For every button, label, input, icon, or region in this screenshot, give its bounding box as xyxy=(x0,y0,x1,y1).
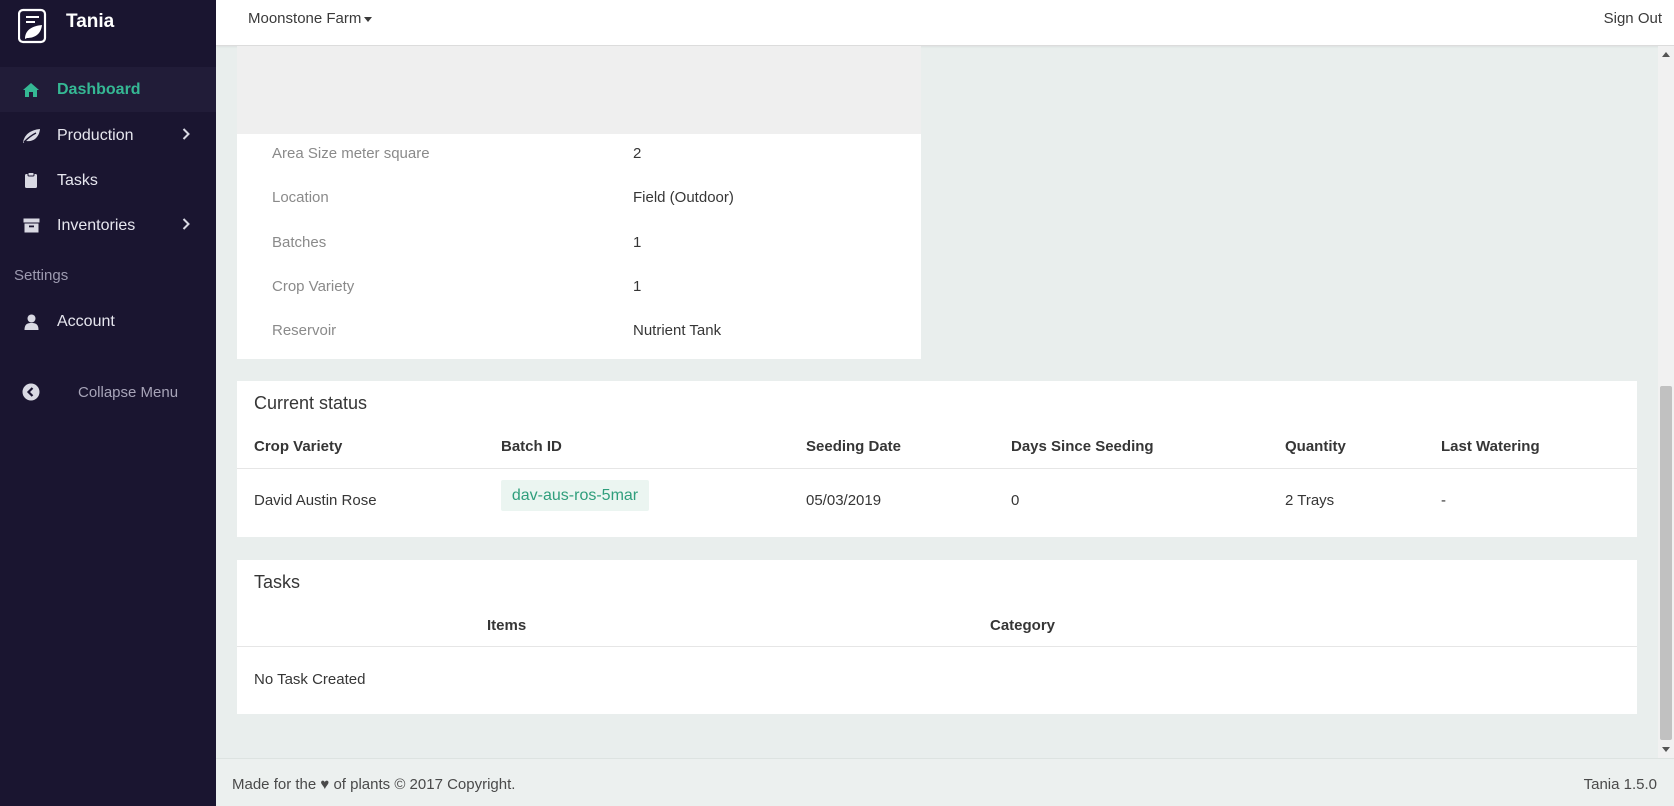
area-photo-placeholder xyxy=(237,46,921,134)
farm-selector-label: Moonstone Farm xyxy=(248,10,362,27)
sidebar-item-production[interactable]: Production xyxy=(0,113,216,158)
caret-down-icon xyxy=(364,17,373,22)
table-divider xyxy=(237,468,1637,469)
info-row-area-size: Area Size meter square 2 xyxy=(237,135,921,179)
table-divider xyxy=(237,646,1637,647)
sidebar-item-label: Inventories xyxy=(57,216,136,234)
scrollbar-thumb[interactable] xyxy=(1660,386,1672,740)
main-content: Area Size meter square 2 Location Field … xyxy=(216,46,1658,758)
tasks-card: Tasks Items Category No Task Created xyxy=(237,560,1637,714)
sidebar-item-label: Production xyxy=(57,126,134,144)
info-value: 1 xyxy=(633,234,642,251)
brand[interactable]: Tania xyxy=(0,0,216,62)
tasks-title: Tasks xyxy=(254,572,301,592)
sidebar: Tania Dashboard Production Tasks Invento… xyxy=(0,0,216,806)
info-label: Location xyxy=(272,189,329,206)
column-header: Items xyxy=(487,617,527,634)
info-value: 2 xyxy=(633,145,642,162)
footer-copyright: Made for the ♥ of plants © 2017 Copyrigh… xyxy=(232,776,516,793)
leaf-icon xyxy=(20,125,42,147)
cell-last-watering: - xyxy=(1441,492,1446,509)
sidebar-item-label: Dashboard xyxy=(57,80,141,98)
info-row-crop-variety: Crop Variety 1 xyxy=(237,268,921,312)
info-row-reservoir: Reservoir Nutrient Tank xyxy=(237,312,921,356)
info-value: Nutrient Tank xyxy=(633,322,722,339)
chevron-right-icon xyxy=(182,218,190,230)
cell-crop-variety: David Austin Rose xyxy=(254,492,377,509)
column-header: Batch ID xyxy=(501,438,562,455)
vertical-scrollbar[interactable] xyxy=(1658,46,1674,758)
brand-name: Tania xyxy=(66,11,115,32)
cell-days-since-seeding: 0 xyxy=(1011,492,1020,509)
info-label: Batches xyxy=(272,234,327,251)
column-header: Category xyxy=(990,617,1056,634)
top-navbar: Moonstone Farm Sign Out xyxy=(216,0,1674,46)
column-header: Last Watering xyxy=(1441,438,1540,455)
sidebar-item-dashboard[interactable]: Dashboard xyxy=(0,67,216,112)
current-status-title: Current status xyxy=(254,393,368,413)
chevron-left-circle-icon xyxy=(22,383,40,401)
user-icon xyxy=(20,311,42,333)
info-value: 1 xyxy=(633,278,642,295)
archive-icon xyxy=(20,215,42,237)
tania-logo-icon xyxy=(18,8,47,44)
column-header: Days Since Seeding xyxy=(1011,438,1154,455)
info-value: Field (Outdoor) xyxy=(633,189,734,206)
home-icon xyxy=(20,79,42,101)
column-header: Crop Variety xyxy=(254,438,343,455)
column-header: Quantity xyxy=(1285,438,1346,455)
scroll-up-arrow-icon[interactable] xyxy=(1662,52,1670,57)
info-label: Reservoir xyxy=(272,322,337,339)
sidebar-item-label: Account xyxy=(57,312,115,330)
sign-out-link[interactable]: Sign Out xyxy=(1604,10,1662,27)
scroll-down-arrow-icon[interactable] xyxy=(1662,747,1670,752)
area-info-card: Area Size meter square 2 Location Field … xyxy=(237,46,921,359)
settings-section-label: Settings xyxy=(14,267,69,284)
footer: Made for the ♥ of plants © 2017 Copyrigh… xyxy=(216,758,1674,806)
batch-id-link[interactable]: dav-aus-ros-5mar xyxy=(501,480,649,511)
collapse-menu-label: Collapse Menu xyxy=(78,383,179,401)
info-label: Area Size meter square xyxy=(272,145,430,162)
clipboard-icon xyxy=(20,170,42,192)
no-task-message: No Task Created xyxy=(254,671,366,688)
info-row-batches: Batches 1 xyxy=(237,224,921,268)
sidebar-item-label: Tasks xyxy=(57,171,98,189)
collapse-menu-button[interactable]: Collapse Menu xyxy=(0,380,216,404)
sidebar-item-tasks[interactable]: Tasks xyxy=(0,158,216,203)
column-header: Seeding Date xyxy=(806,438,902,455)
chevron-right-icon xyxy=(182,128,190,140)
info-label: Crop Variety xyxy=(272,278,355,295)
sidebar-item-account[interactable]: Account xyxy=(0,299,216,344)
farm-selector-dropdown[interactable]: Moonstone Farm xyxy=(248,10,373,27)
info-row-location: Location Field (Outdoor) xyxy=(237,179,921,223)
current-status-card: Current status Crop Variety Batch ID See… xyxy=(237,381,1637,537)
footer-version: Tania 1.5.0 xyxy=(1583,776,1657,793)
cell-quantity: 2 Trays xyxy=(1285,492,1335,509)
cell-seeding-date: 05/03/2019 xyxy=(806,492,882,509)
sidebar-item-inventories[interactable]: Inventories xyxy=(0,203,216,248)
